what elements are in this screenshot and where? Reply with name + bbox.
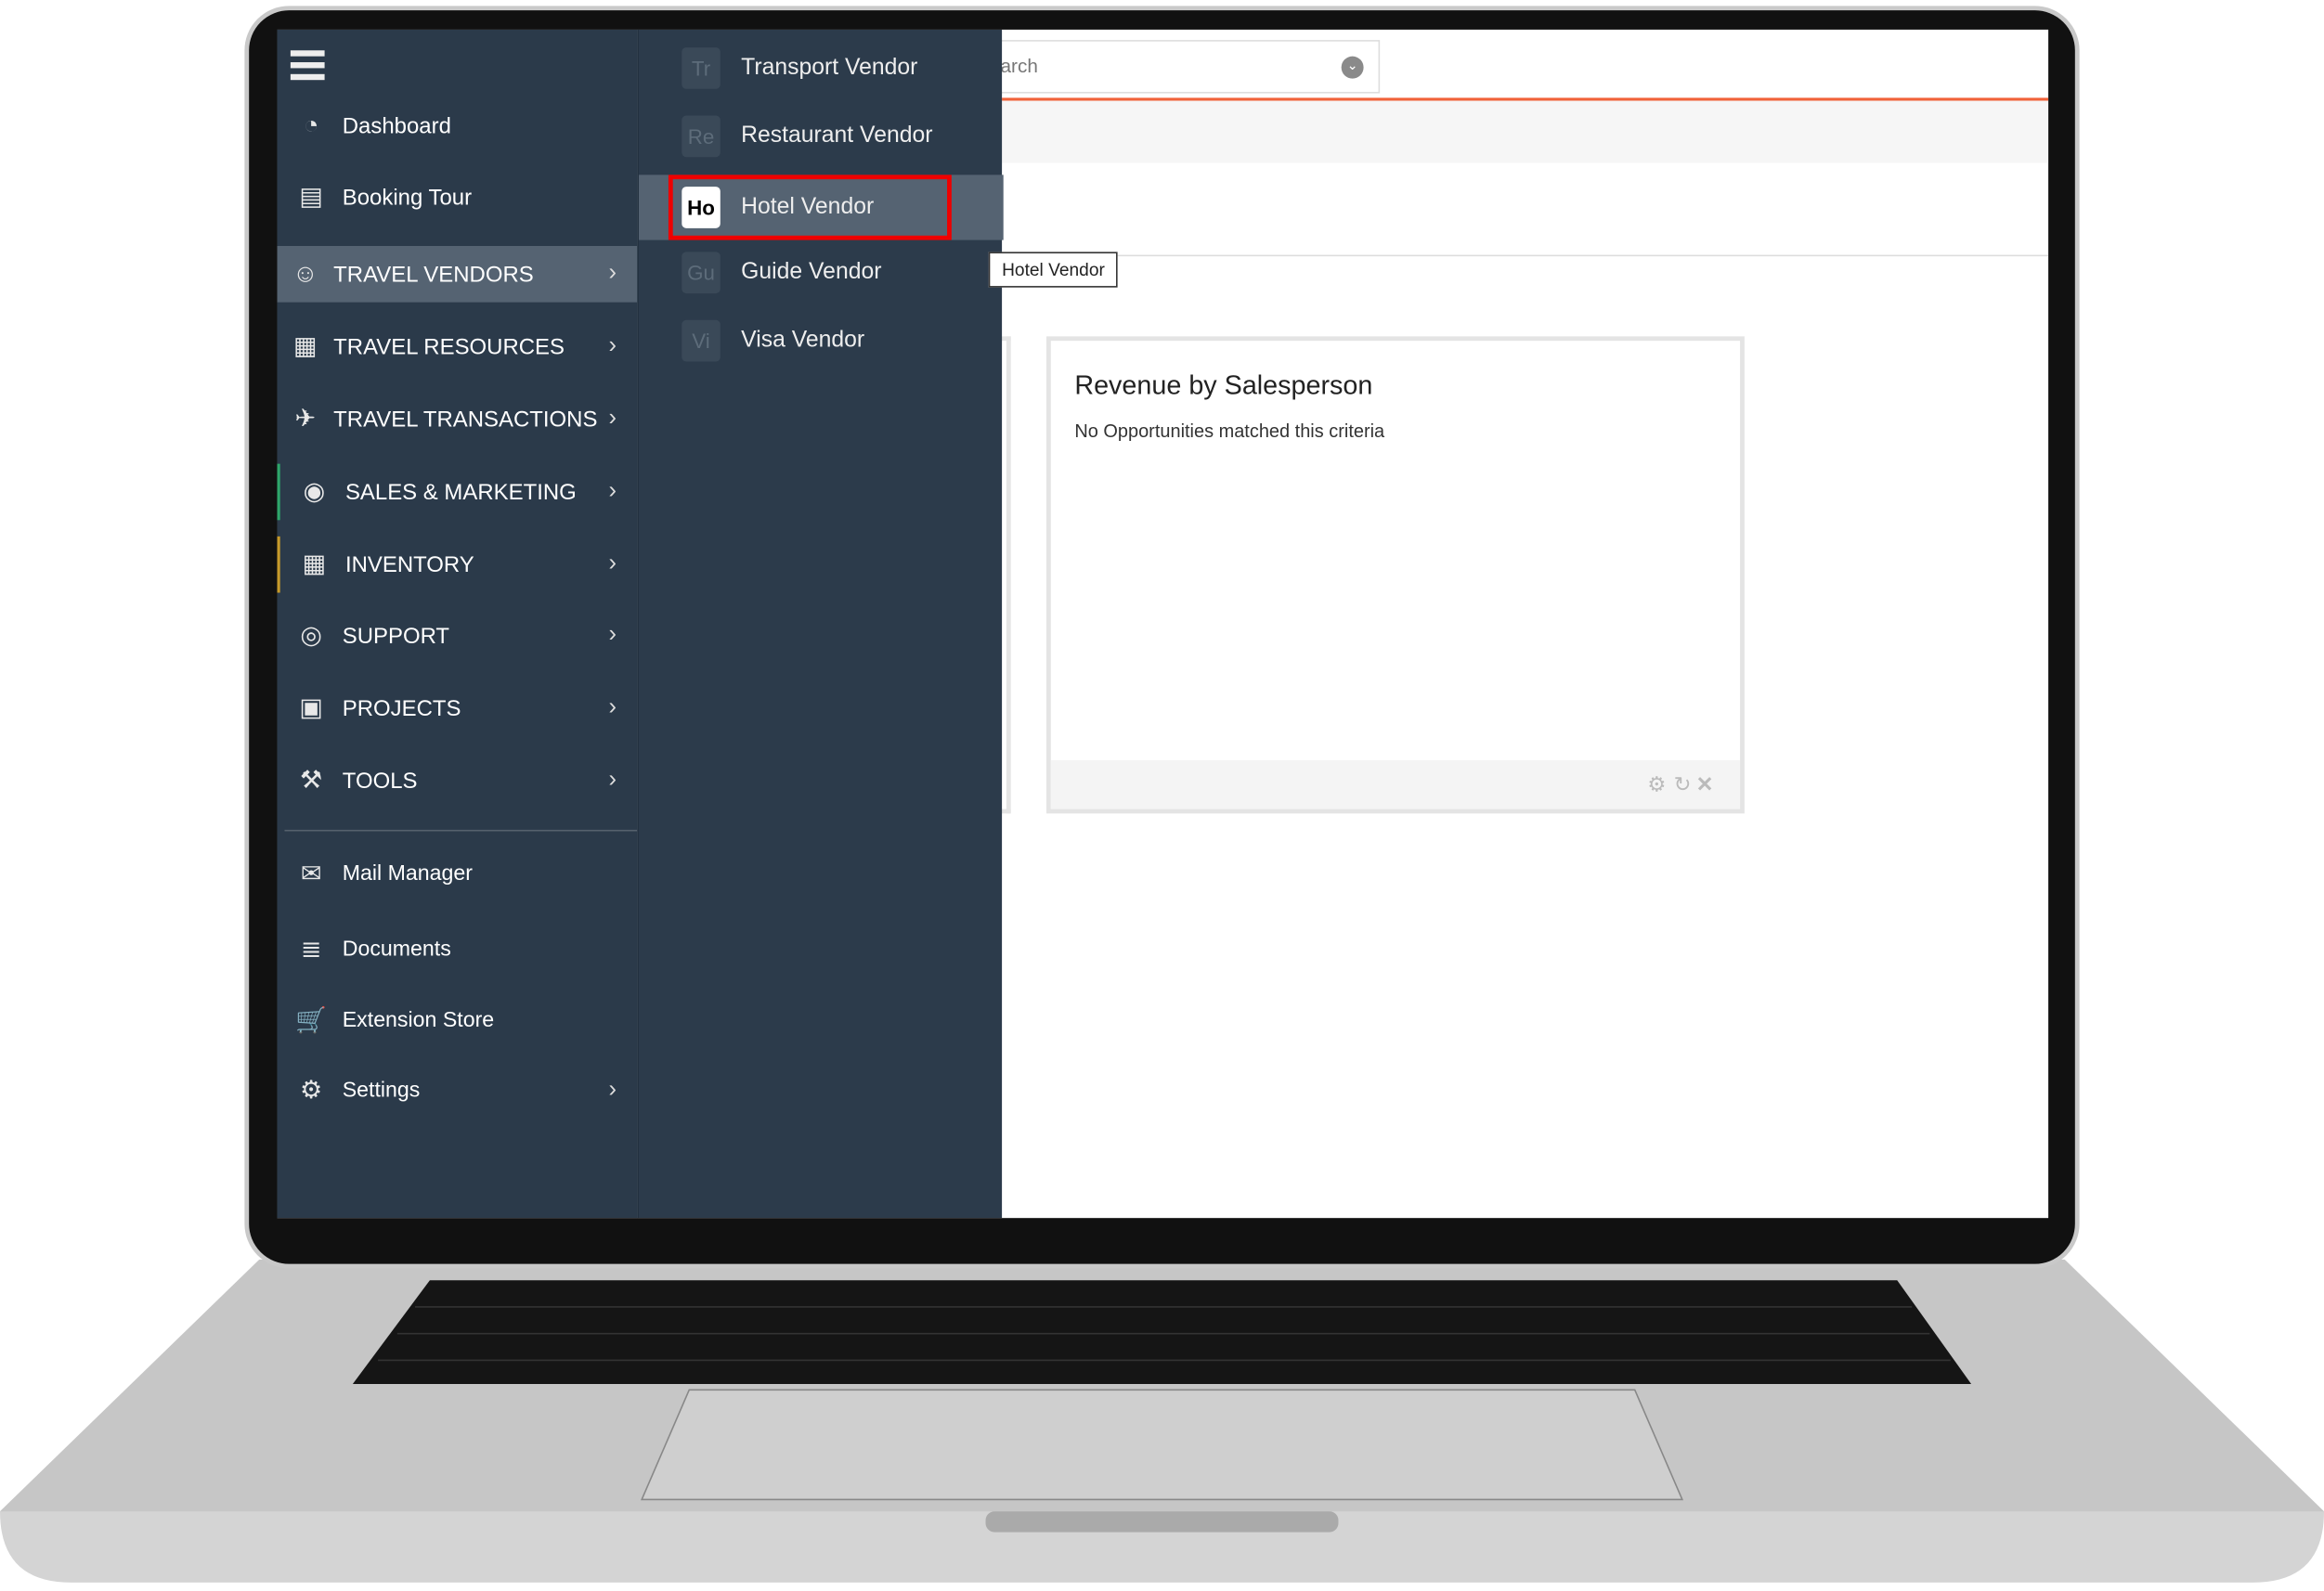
- search-placeholder: arch: [1000, 55, 1038, 78]
- sidebar-item-label: SUPPORT: [342, 623, 450, 649]
- highlight-box: [668, 175, 952, 240]
- main-content: arch ⌄ Revenue by Salesperson No Opportu…: [987, 29, 2049, 1219]
- chevron-right-icon: ›: [608, 622, 617, 648]
- document-icon: ≣: [300, 935, 322, 964]
- submenu-item-hotel-vendor[interactable]: Ho Hotel Vendor: [639, 175, 1004, 240]
- sidebar-item-label: Settings: [342, 1079, 421, 1103]
- briefcase-icon: ▣: [299, 693, 324, 722]
- divider: [1002, 254, 2049, 257]
- widget-title: Revenue by Salesperson: [1074, 370, 1373, 401]
- search-input[interactable]: arch ⌄: [987, 40, 1381, 94]
- submenu-item-label: Guide Vendor: [741, 259, 882, 285]
- cart-dolly-icon: ▦: [302, 550, 327, 578]
- sidebar-item-support[interactable]: ◎ SUPPORT ›: [278, 607, 638, 664]
- item-badge: Tr: [682, 47, 721, 89]
- lifebuoy-icon: ◎: [300, 620, 323, 650]
- sidebar-item-documents[interactable]: ≣ Documents: [278, 922, 638, 978]
- chevron-right-icon: ›: [608, 478, 617, 504]
- widget-message: No Opportunities matched this criteria: [1074, 420, 1385, 442]
- sidebar-item-sales-marketing[interactable]: ◉ SALES & MARKETING ›: [277, 463, 638, 521]
- sidebar-item-label: Documents: [342, 938, 451, 962]
- submenu-item-guide-vendor[interactable]: Gu Guide Vendor: [639, 240, 1004, 305]
- app-screen: arch ⌄ Revenue by Salesperson No Opportu…: [277, 29, 2049, 1219]
- widget-footer: ⚙ ↻ ✕: [1050, 759, 1741, 809]
- sidebar-item-label: TOOLS: [342, 768, 418, 794]
- tooltip: Hotel Vendor: [988, 252, 1119, 288]
- chevron-right-icon: ›: [608, 406, 617, 432]
- plane-icon: ✈: [294, 404, 317, 433]
- revenue-widget: Revenue by Salesperson No Opportunities …: [1045, 336, 1745, 814]
- sidebar-item-booking-tour[interactable]: ▤ Booking Tour: [278, 169, 638, 226]
- submenu-item-transport-vendor[interactable]: Tr Transport Vendor: [639, 35, 1004, 100]
- sidebar-item-travel-transactions[interactable]: ✈ TRAVEL TRANSACTIONS ›: [278, 391, 638, 447]
- submenu-item-visa-vendor[interactable]: Vi Visa Vendor: [639, 308, 1004, 373]
- item-badge: Vi: [682, 319, 721, 362]
- refresh-icon[interactable]: ↻: [1674, 772, 1692, 797]
- cart-icon: 🛒: [295, 1005, 328, 1035]
- chevron-right-icon: ›: [608, 694, 617, 720]
- sidebar-item-label: Extension Store: [342, 1009, 495, 1033]
- hamburger-menu-icon[interactable]: [290, 50, 325, 81]
- sidebar-item-label: Dashboard: [342, 113, 451, 139]
- sidebar-item-label: TRAVEL VENDORS: [333, 261, 534, 287]
- chevron-right-icon: ›: [608, 767, 617, 794]
- gear-icon[interactable]: ⚙: [1647, 772, 1666, 797]
- sidebar-item-travel-vendors[interactable]: ☺ TRAVEL VENDORS ›: [277, 245, 638, 303]
- chevron-right-icon: ›: [608, 1077, 617, 1103]
- wrench-icon: ⚒: [300, 766, 323, 795]
- item-badge: Re: [682, 115, 721, 158]
- sidebar-item-label: TRAVEL TRANSACTIONS: [333, 407, 598, 433]
- sidebar-divider: [284, 829, 638, 832]
- sidebar-item-label: Mail Manager: [342, 862, 473, 886]
- toolbar-band: [1002, 100, 2049, 163]
- sidebar-item-label: SALES & MARKETING: [344, 479, 577, 505]
- submenu-item-label: Transport Vendor: [741, 55, 918, 81]
- users-icon: ☺: [292, 259, 318, 288]
- sidebar-item-settings[interactable]: ⚙ Settings ›: [278, 1063, 638, 1119]
- laptop-base: [0, 1259, 2324, 1585]
- sidebar-item-extension-store[interactable]: 🛒 Extension Store: [278, 993, 638, 1050]
- sidebar-item-label: TRAVEL RESOURCES: [333, 333, 565, 360]
- chevron-right-icon: ›: [608, 550, 617, 576]
- close-icon[interactable]: ✕: [1696, 772, 1714, 797]
- sidebar-item-label: INVENTORY: [344, 551, 474, 577]
- sidebar-item-projects[interactable]: ▣ PROJECTS ›: [278, 680, 638, 737]
- item-badge: Gu: [682, 252, 721, 294]
- sidebar-item-tools[interactable]: ⚒ TOOLS ›: [278, 753, 638, 809]
- submenu-item-label: Restaurant Vendor: [741, 123, 933, 149]
- cart-dolly-icon: ▦: [293, 331, 318, 360]
- sidebar-item-inventory[interactable]: ▦ INVENTORY ›: [277, 536, 638, 593]
- dashboard-icon: ◔: [304, 110, 319, 140]
- gear-icon: ⚙: [300, 1075, 323, 1105]
- mail-icon: ✉: [300, 859, 322, 888]
- travel-vendors-submenu: Tr Transport Vendor Re Restaurant Vendor H…: [637, 29, 1004, 1219]
- submenu-item-label: Visa Vendor: [741, 327, 865, 353]
- sidebar: ◔ Dashboard ▤ Booking Tour ☺ TRAVEL VENDORS…: [277, 29, 638, 1219]
- sidebar-item-mail-manager[interactable]: ✉ Mail Manager: [278, 846, 638, 902]
- sidebar-item-travel-resources[interactable]: ▦ TRAVEL RESOURCES ›: [278, 318, 638, 375]
- submenu-item-restaurant-vendor[interactable]: Re Restaurant Vendor: [639, 104, 1004, 169]
- target-icon: ◉: [303, 477, 326, 506]
- chevron-down-icon[interactable]: ⌄: [1341, 56, 1364, 79]
- chevron-right-icon: ›: [608, 333, 617, 359]
- sidebar-item-dashboard[interactable]: ◔ Dashboard: [278, 97, 638, 154]
- book-icon: ▤: [299, 182, 324, 211]
- sidebar-item-label: PROJECTS: [342, 695, 461, 721]
- sidebar-item-label: Booking Tour: [342, 184, 473, 210]
- chevron-right-icon: ›: [608, 260, 617, 287]
